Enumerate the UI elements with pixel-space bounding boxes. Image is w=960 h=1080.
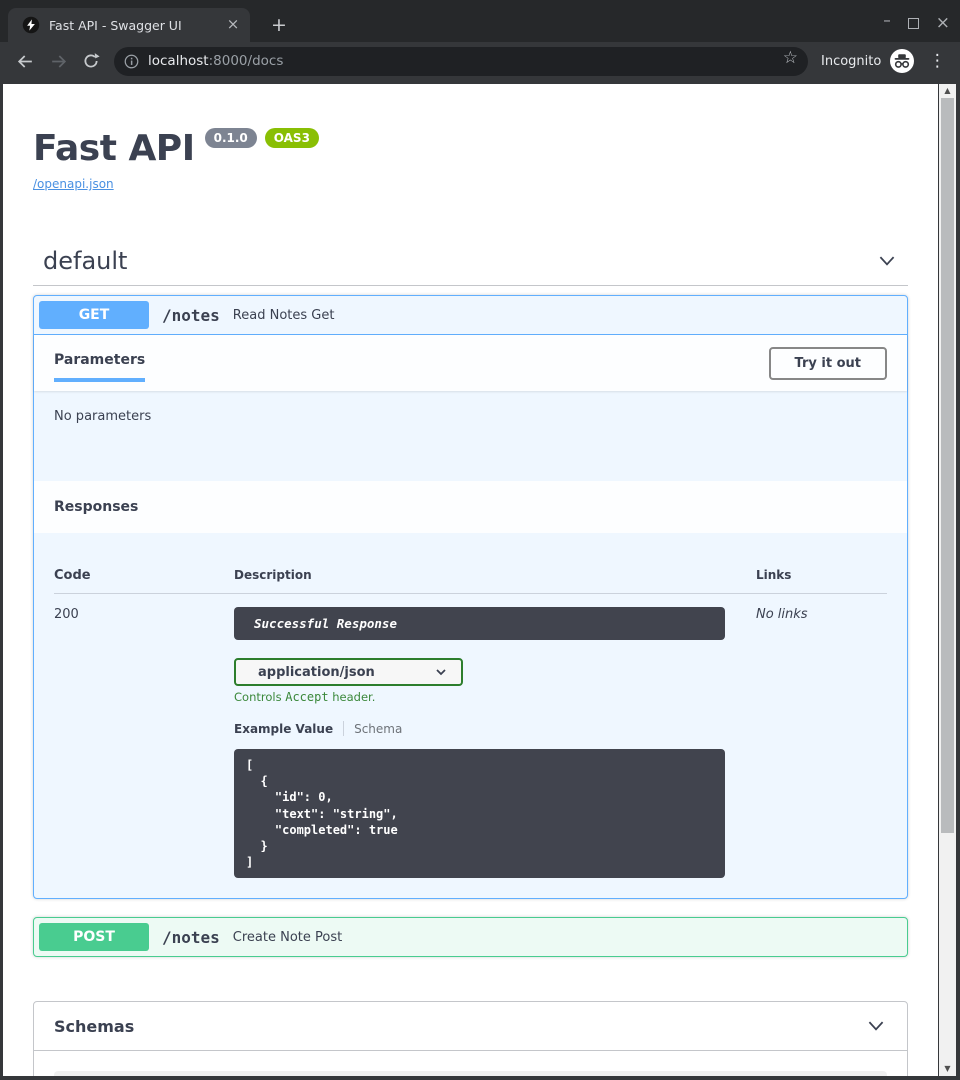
post-path: /notes	[162, 928, 220, 947]
media-type-selected: application/json	[258, 665, 375, 680]
code-column-header: Code	[54, 568, 234, 583]
browser-titlebar: Fast API - Swagger UI × + – ×	[0, 0, 960, 42]
oas3-badge: OAS3	[265, 128, 319, 148]
window-minimize-icon[interactable]: –	[883, 10, 891, 36]
default-tag-title: default	[43, 247, 127, 275]
post-notes-summary[interactable]: POST /notes Create Note Post	[34, 918, 907, 956]
browser-menu-icon[interactable]: ⋮	[928, 51, 946, 71]
scrollbar-up-icon[interactable]: ▲	[939, 84, 956, 98]
response-description-box: Successful Response	[234, 607, 725, 640]
scrollbar-thumb[interactable]	[941, 98, 954, 833]
swagger-page: Fast API 0.1.0 OAS3 /openapi.json default …	[3, 84, 938, 1076]
responses-table-header: Code Description Links	[54, 548, 887, 594]
responses-title: Responses	[54, 489, 887, 525]
response-code: 200	[54, 607, 234, 878]
responses-header: Responses	[34, 481, 907, 533]
media-type-select[interactable]: application/json	[234, 658, 463, 686]
browser-tab[interactable]: Fast API - Swagger UI ×	[8, 8, 250, 42]
get-notes-opblock: GET /notes Read Notes Get Parameters Try…	[33, 295, 908, 899]
response-row-200: 200 Successful Response application/json	[54, 594, 887, 878]
url-path: :8000/docs	[209, 53, 284, 69]
no-links-text: No links	[756, 607, 887, 878]
forward-icon[interactable]	[46, 49, 70, 73]
schemas-chevron-icon[interactable]	[865, 1015, 887, 1037]
browser-toolbar: localhost:8000/docs ☆ Incognito ⋮	[0, 42, 960, 80]
get-notes-summary[interactable]: GET /notes Read Notes Get	[34, 296, 907, 335]
address-bar[interactable]: localhost:8000/docs ☆	[114, 47, 808, 76]
note-model-container[interactable]: Note ❯	[54, 1071, 887, 1076]
select-chevron-icon	[433, 664, 449, 680]
response-description-text: Successful Response	[254, 616, 397, 631]
description-column-header: Description	[234, 568, 756, 583]
page-title: Fast API	[33, 128, 195, 169]
browser-viewport: Fast API 0.1.0 OAS3 /openapi.json default …	[0, 80, 960, 1080]
accept-code: Accept	[285, 690, 328, 704]
get-method-badge: GET	[39, 301, 149, 329]
window-close-icon[interactable]: ×	[936, 14, 950, 32]
tab-schema[interactable]: Schema	[354, 722, 402, 736]
post-method-badge: POST	[39, 923, 149, 951]
no-parameters-text: No parameters	[54, 409, 151, 424]
get-description: Read Notes Get	[233, 308, 335, 323]
version-badge: 0.1.0	[205, 128, 257, 148]
api-info: Fast API 0.1.0 OAS3 /openapi.json	[33, 128, 908, 191]
get-path: /notes	[162, 306, 220, 325]
schemas-section: Schemas Note ❯	[33, 1001, 908, 1076]
responses-body: Code Description Links 200 Successful Re…	[34, 533, 907, 898]
default-tag-section: default GET /notes Read Notes Get Parame…	[33, 247, 908, 957]
window-maximize-icon[interactable]	[908, 18, 919, 29]
example-json-block: [ { "id": 0, "text": "string", "complete…	[234, 749, 725, 878]
parameters-body: No parameters	[34, 391, 907, 481]
links-column-header: Links	[756, 568, 887, 583]
parameters-header: Parameters Try it out	[34, 335, 907, 391]
fastapi-favicon-icon	[22, 16, 40, 34]
incognito-icon	[890, 49, 914, 73]
default-tag-header[interactable]: default	[33, 247, 908, 286]
openapi-spec-link[interactable]: /openapi.json	[33, 177, 908, 191]
post-description: Create Note Post	[233, 930, 342, 945]
example-schema-tabs: Example Value Schema	[234, 721, 756, 736]
new-tab-button[interactable]: +	[266, 13, 292, 39]
schemas-title: Schemas	[54, 1017, 134, 1036]
accept-header-hint: Controls Accept header.	[234, 690, 756, 704]
scrollbar-down-icon[interactable]: ▼	[939, 1062, 956, 1076]
reload-icon[interactable]	[79, 49, 103, 73]
tab-title: Fast API - Swagger UI	[49, 18, 224, 33]
page-info-icon[interactable]	[124, 54, 139, 69]
tab-divider	[343, 721, 344, 736]
url-text[interactable]: localhost:8000/docs	[148, 53, 283, 69]
post-notes-opblock: POST /notes Create Note Post	[33, 917, 908, 957]
try-it-out-button[interactable]: Try it out	[769, 347, 887, 380]
incognito-label: Incognito	[821, 54, 881, 69]
back-icon[interactable]	[13, 49, 37, 73]
schemas-header[interactable]: Schemas	[34, 1002, 907, 1051]
tab-close-icon[interactable]: ×	[224, 16, 242, 34]
bookmark-star-icon[interactable]: ☆	[783, 48, 798, 68]
tab-parameters[interactable]: Parameters	[54, 344, 145, 382]
url-host: localhost	[148, 53, 209, 69]
tab-example-value[interactable]: Example Value	[234, 722, 333, 736]
collapse-chevron-icon[interactable]	[876, 250, 898, 272]
scrollbar[interactable]: ▲ ▼	[939, 84, 956, 1076]
